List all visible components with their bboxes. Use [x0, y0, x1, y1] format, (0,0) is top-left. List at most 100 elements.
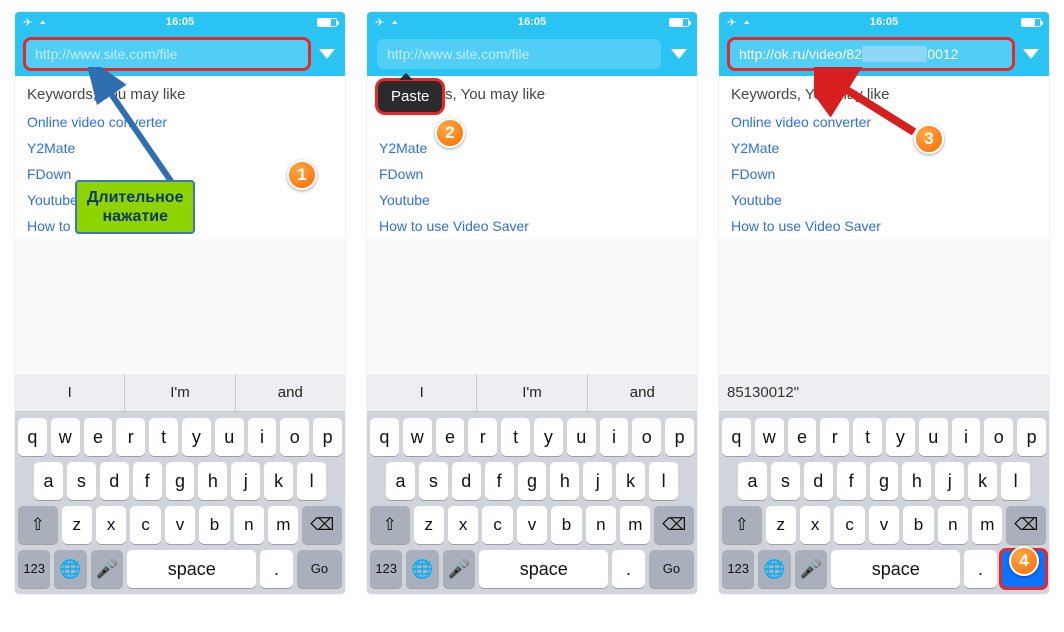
key[interactable]: x [448, 506, 478, 544]
key[interactable]: c [482, 506, 512, 544]
key[interactable]: o [984, 418, 1013, 456]
suggestion[interactable]: I [367, 374, 477, 411]
key[interactable]: g [870, 462, 899, 500]
key[interactable]: l [1001, 462, 1030, 500]
key[interactable]: p [313, 418, 342, 456]
mic-key[interactable] [443, 550, 475, 588]
dot-key[interactable]: . [260, 550, 292, 588]
key[interactable]: v [869, 506, 899, 544]
globe-key[interactable] [54, 550, 86, 588]
suggestion[interactable]: and [236, 374, 345, 411]
key[interactable]: s [67, 462, 96, 500]
key[interactable]: e [436, 418, 465, 456]
url-input[interactable]: http://ok.ru/video/82XXXXXXX0012 [729, 39, 1013, 69]
key[interactable]: w [755, 418, 784, 456]
key[interactable]: f [485, 462, 514, 500]
backspace-key[interactable] [654, 506, 694, 544]
key[interactable]: a [738, 462, 767, 500]
key[interactable]: a [34, 462, 63, 500]
suggestion[interactable]: 85130012" [719, 374, 1049, 411]
key[interactable]: u [919, 418, 948, 456]
suggestion-link[interactable]: FDown [379, 161, 685, 187]
suggestion[interactable]: I'm [477, 374, 587, 411]
key[interactable]: i [248, 418, 277, 456]
key[interactable]: q [722, 418, 751, 456]
globe-key[interactable] [406, 550, 438, 588]
key[interactable]: o [632, 418, 661, 456]
key[interactable]: a [386, 462, 415, 500]
shift-key[interactable] [722, 506, 762, 544]
dot-key[interactable]: . [964, 550, 996, 588]
key[interactable]: z [62, 506, 92, 544]
space-key[interactable]: space [831, 550, 960, 588]
key[interactable]: j [231, 462, 260, 500]
number-key[interactable]: 123 [370, 550, 402, 588]
key[interactable]: u [215, 418, 244, 456]
key[interactable]: s [771, 462, 800, 500]
suggestion-link[interactable]: How to use Video Saver [731, 213, 1037, 239]
key[interactable]: i [600, 418, 629, 456]
key[interactable]: t [149, 418, 178, 456]
key[interactable]: t [501, 418, 530, 456]
url-input[interactable]: http://www.site.com/file [377, 39, 661, 69]
url-input[interactable]: http://www.site.com/file [25, 39, 309, 69]
suggestion-link[interactable]: Youtube [379, 187, 685, 213]
key[interactable]: q [18, 418, 47, 456]
key[interactable]: v [517, 506, 547, 544]
key[interactable]: j [583, 462, 612, 500]
key[interactable]: w [51, 418, 80, 456]
suggestion[interactable]: I'm [125, 374, 235, 411]
key[interactable]: y [886, 418, 915, 456]
key[interactable]: h [198, 462, 227, 500]
key[interactable]: n [586, 506, 616, 544]
dropdown-icon[interactable] [1023, 49, 1039, 59]
key[interactable]: x [96, 506, 126, 544]
key[interactable]: n [234, 506, 264, 544]
key[interactable]: m [620, 506, 650, 544]
backspace-key[interactable] [302, 506, 342, 544]
suggestion-link[interactable]: How to use Video Saver [379, 213, 685, 239]
key[interactable]: u [567, 418, 596, 456]
suggestion-link[interactable]: Youtube [731, 187, 1037, 213]
key[interactable]: o [280, 418, 309, 456]
key[interactable]: j [935, 462, 964, 500]
key[interactable]: m [268, 506, 298, 544]
key[interactable]: e [84, 418, 113, 456]
key[interactable]: z [766, 506, 796, 544]
key[interactable]: x [800, 506, 830, 544]
key[interactable]: d [804, 462, 833, 500]
key[interactable]: k [616, 462, 645, 500]
key[interactable]: b [551, 506, 581, 544]
key[interactable]: l [649, 462, 678, 500]
space-key[interactable]: space [479, 550, 608, 588]
key[interactable]: l [297, 462, 326, 500]
key[interactable]: t [853, 418, 882, 456]
number-key[interactable]: 123 [722, 550, 754, 588]
suggestion-link[interactable]: FDown [731, 161, 1037, 187]
shift-key[interactable] [18, 506, 58, 544]
shift-key[interactable] [370, 506, 410, 544]
key[interactable]: g [166, 462, 195, 500]
dot-key[interactable]: . [612, 550, 644, 588]
key[interactable]: v [165, 506, 195, 544]
dropdown-icon[interactable] [671, 49, 687, 59]
key[interactable]: h [902, 462, 931, 500]
key[interactable]: i [952, 418, 981, 456]
key[interactable]: e [788, 418, 817, 456]
mic-key[interactable] [795, 550, 827, 588]
key[interactable]: f [133, 462, 162, 500]
key[interactable]: b [199, 506, 229, 544]
number-key[interactable]: 123 [18, 550, 50, 588]
key[interactable]: m [972, 506, 1002, 544]
key[interactable]: q [370, 418, 399, 456]
key[interactable]: s [419, 462, 448, 500]
key[interactable]: w [403, 418, 432, 456]
key[interactable]: h [550, 462, 579, 500]
key[interactable]: y [534, 418, 563, 456]
key[interactable]: c [834, 506, 864, 544]
key[interactable]: k [264, 462, 293, 500]
backspace-key[interactable] [1006, 506, 1046, 544]
key[interactable]: z [414, 506, 444, 544]
key[interactable]: r [116, 418, 145, 456]
key[interactable]: c [130, 506, 160, 544]
